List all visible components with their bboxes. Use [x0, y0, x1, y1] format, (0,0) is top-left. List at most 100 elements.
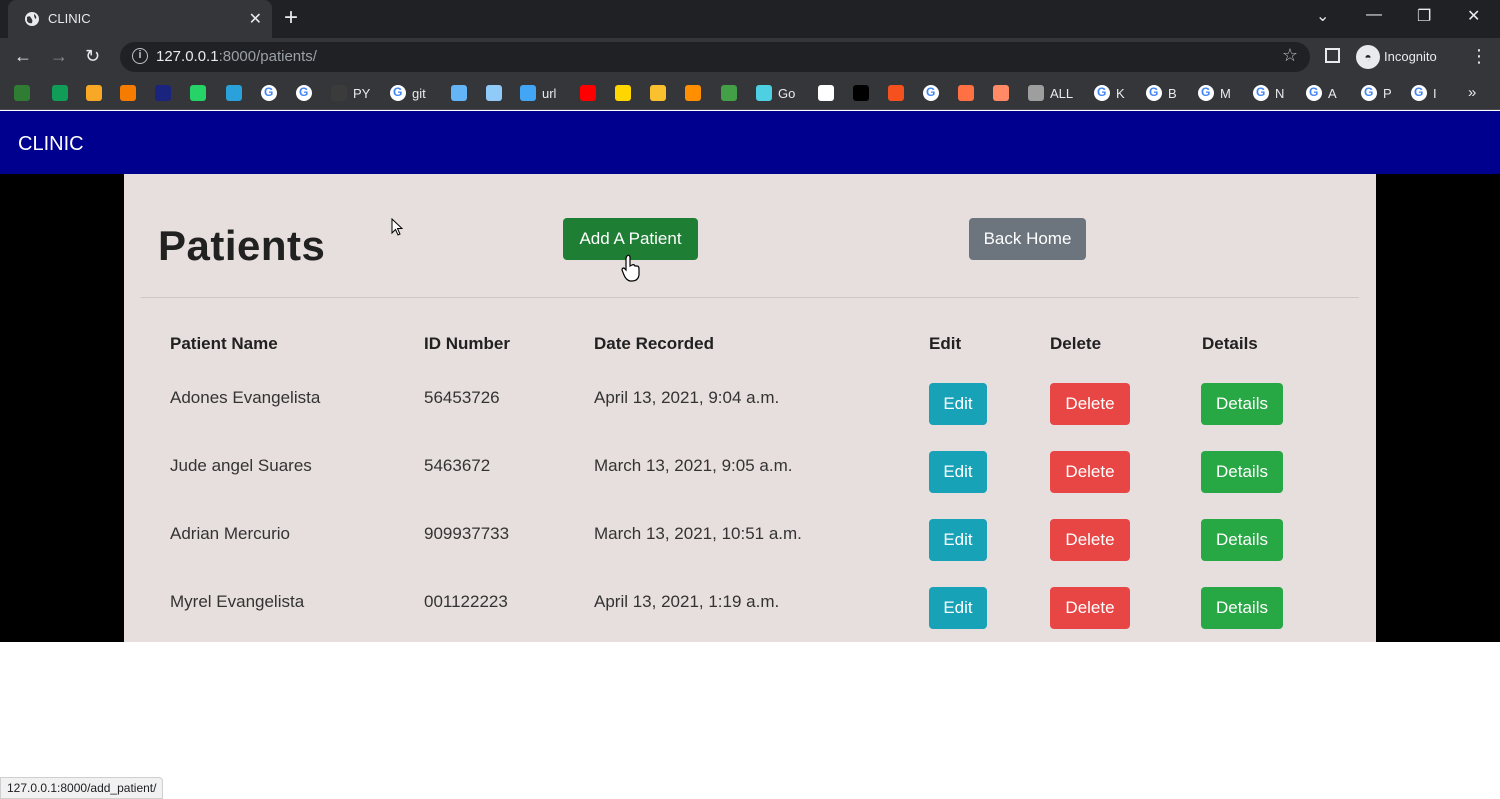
analytics-icon — [120, 85, 136, 101]
google-icon — [1253, 85, 1269, 101]
bookmark-label: PY — [353, 85, 371, 101]
edit-button[interactable]: Edit — [929, 587, 987, 629]
bookmark-item[interactable] — [721, 84, 743, 102]
info-icon[interactable]: i — [132, 48, 148, 64]
bookmark-item[interactable] — [923, 84, 945, 102]
details-button[interactable]: Details — [1201, 587, 1283, 629]
bookmark-item[interactable] — [486, 84, 508, 102]
address-bar[interactable]: i 127.0.0.1:8000/patients/ ☆ — [120, 42, 1310, 72]
restore-button[interactable]: ❐ — [1417, 6, 1431, 26]
address-url[interactable]: 127.0.0.1:8000/patients/ — [156, 48, 317, 65]
tab-search-icon[interactable]: ⌄ — [1316, 6, 1329, 26]
reload-button[interactable]: ↻ — [85, 46, 100, 67]
google-icon — [1411, 85, 1427, 101]
bookmark-item[interactable] — [296, 84, 318, 102]
delete-button[interactable]: Delete — [1050, 519, 1130, 561]
edit-button[interactable]: Edit — [929, 519, 987, 561]
bookmark-item[interactable] — [580, 84, 602, 102]
bookmark-item[interactable] — [888, 84, 910, 102]
whatsapp-icon — [190, 85, 206, 101]
bookmark-item[interactable]: git — [390, 84, 426, 102]
bookmark-item[interactable] — [190, 84, 212, 102]
tab-close-icon[interactable]: ✕ — [249, 9, 262, 29]
bookmark-item[interactable] — [853, 84, 875, 102]
bookmark-label: A — [1328, 85, 1337, 101]
globe-icon — [25, 12, 39, 26]
telegram-icon — [226, 85, 242, 101]
browser-tab[interactable]: CLINIC ✕ — [8, 0, 272, 38]
side-panel-icon[interactable] — [1325, 48, 1340, 63]
ieee-icon — [155, 85, 171, 101]
bookmark-item[interactable] — [226, 84, 248, 102]
id-number-cell: 909937733 — [424, 524, 510, 543]
bookmark-item[interactable]: P — [1361, 84, 1392, 102]
brand-link[interactable]: CLINIC — [18, 133, 84, 156]
more-bookmarks-icon[interactable]: » — [1468, 84, 1476, 101]
bookmark-icon — [958, 85, 974, 101]
google-icon — [1361, 85, 1377, 101]
bookmark-item[interactable] — [52, 84, 74, 102]
bookmark-item[interactable] — [451, 84, 473, 102]
bookmark-item[interactable]: url — [520, 84, 556, 102]
delete-button[interactable]: Delete — [1050, 587, 1130, 629]
bookmark-item[interactable] — [86, 84, 108, 102]
minimize-button[interactable]: — — [1366, 6, 1382, 24]
sheets-icon — [52, 85, 68, 101]
bookmark-item[interactable] — [958, 84, 980, 102]
browser-menu-icon[interactable]: ⋮ — [1470, 46, 1488, 67]
site-navbar: CLINIC — [0, 111, 1500, 174]
bookmark-item[interactable]: K — [1094, 84, 1125, 102]
bookmark-item[interactable] — [615, 84, 637, 102]
details-button[interactable]: Details — [1201, 451, 1283, 493]
bookmark-item[interactable]: ALL — [1028, 84, 1073, 102]
back-home-button[interactable]: Back Home — [969, 218, 1086, 260]
header-details: Details — [1202, 334, 1258, 353]
new-tab-button[interactable]: + — [284, 5, 298, 31]
edit-button[interactable]: Edit — [929, 383, 987, 425]
patient-name-cell: Adrian Mercurio — [170, 524, 290, 543]
edit-button[interactable]: Edit — [929, 451, 987, 493]
youtube-icon — [580, 85, 596, 101]
bookmark-item[interactable] — [818, 84, 840, 102]
bookmark-item[interactable] — [993, 84, 1015, 102]
bookmark-item[interactable]: N — [1253, 84, 1284, 102]
bookmark-label: M — [1220, 85, 1231, 101]
hand-cursor-icon — [621, 254, 640, 282]
window-close-button[interactable]: ✕ — [1467, 6, 1480, 26]
bookmark-item[interactable]: M — [1198, 84, 1231, 102]
bookmark-item[interactable]: Go — [756, 84, 795, 102]
delete-button[interactable]: Delete — [1050, 451, 1130, 493]
google-icon — [923, 85, 939, 101]
bookmark-item[interactable]: I — [1411, 84, 1437, 102]
id-number-cell: 56453726 — [424, 388, 500, 407]
eye-icon — [993, 85, 1009, 101]
date-recorded-cell: April 13, 2021, 9:04 a.m. — [594, 388, 780, 407]
details-button[interactable]: Details — [1201, 383, 1283, 425]
bookmark-label: Go — [778, 85, 796, 101]
bookmark-item[interactable] — [650, 84, 672, 102]
bookmark-item[interactable]: B — [1146, 84, 1177, 102]
delete-button[interactable]: Delete — [1050, 383, 1130, 425]
patient-name-cell: Jude angel Suares — [170, 456, 312, 475]
forward-button[interactable]: → — [50, 46, 68, 67]
bookmark-item[interactable] — [261, 84, 283, 102]
bookmark-item[interactable]: PY — [331, 84, 370, 102]
p-icon — [615, 85, 631, 101]
bookmark-label: ALL — [1050, 85, 1074, 101]
patient-name-cell: Myrel Evangelista — [170, 592, 305, 611]
doc-icon — [818, 85, 834, 101]
bookmark-item[interactable]: A — [1306, 84, 1337, 102]
incognito-indicator[interactable]: ◓ Incognito — [1354, 44, 1447, 70]
back-button[interactable]: ← — [14, 46, 32, 67]
bookmark-item[interactable] — [155, 84, 177, 102]
github-icon — [331, 85, 347, 101]
bookmark-label: N — [1275, 85, 1285, 101]
bookmark-item[interactable] — [120, 84, 142, 102]
bookmark-item[interactable] — [14, 84, 36, 102]
bookmark-icon — [685, 85, 701, 101]
details-button[interactable]: Details — [1201, 519, 1283, 561]
yandex-icon — [888, 85, 904, 101]
bookmark-star-icon[interactable]: ☆ — [1282, 45, 1298, 66]
bookmark-label: I — [1433, 85, 1437, 101]
bookmark-item[interactable] — [685, 84, 707, 102]
